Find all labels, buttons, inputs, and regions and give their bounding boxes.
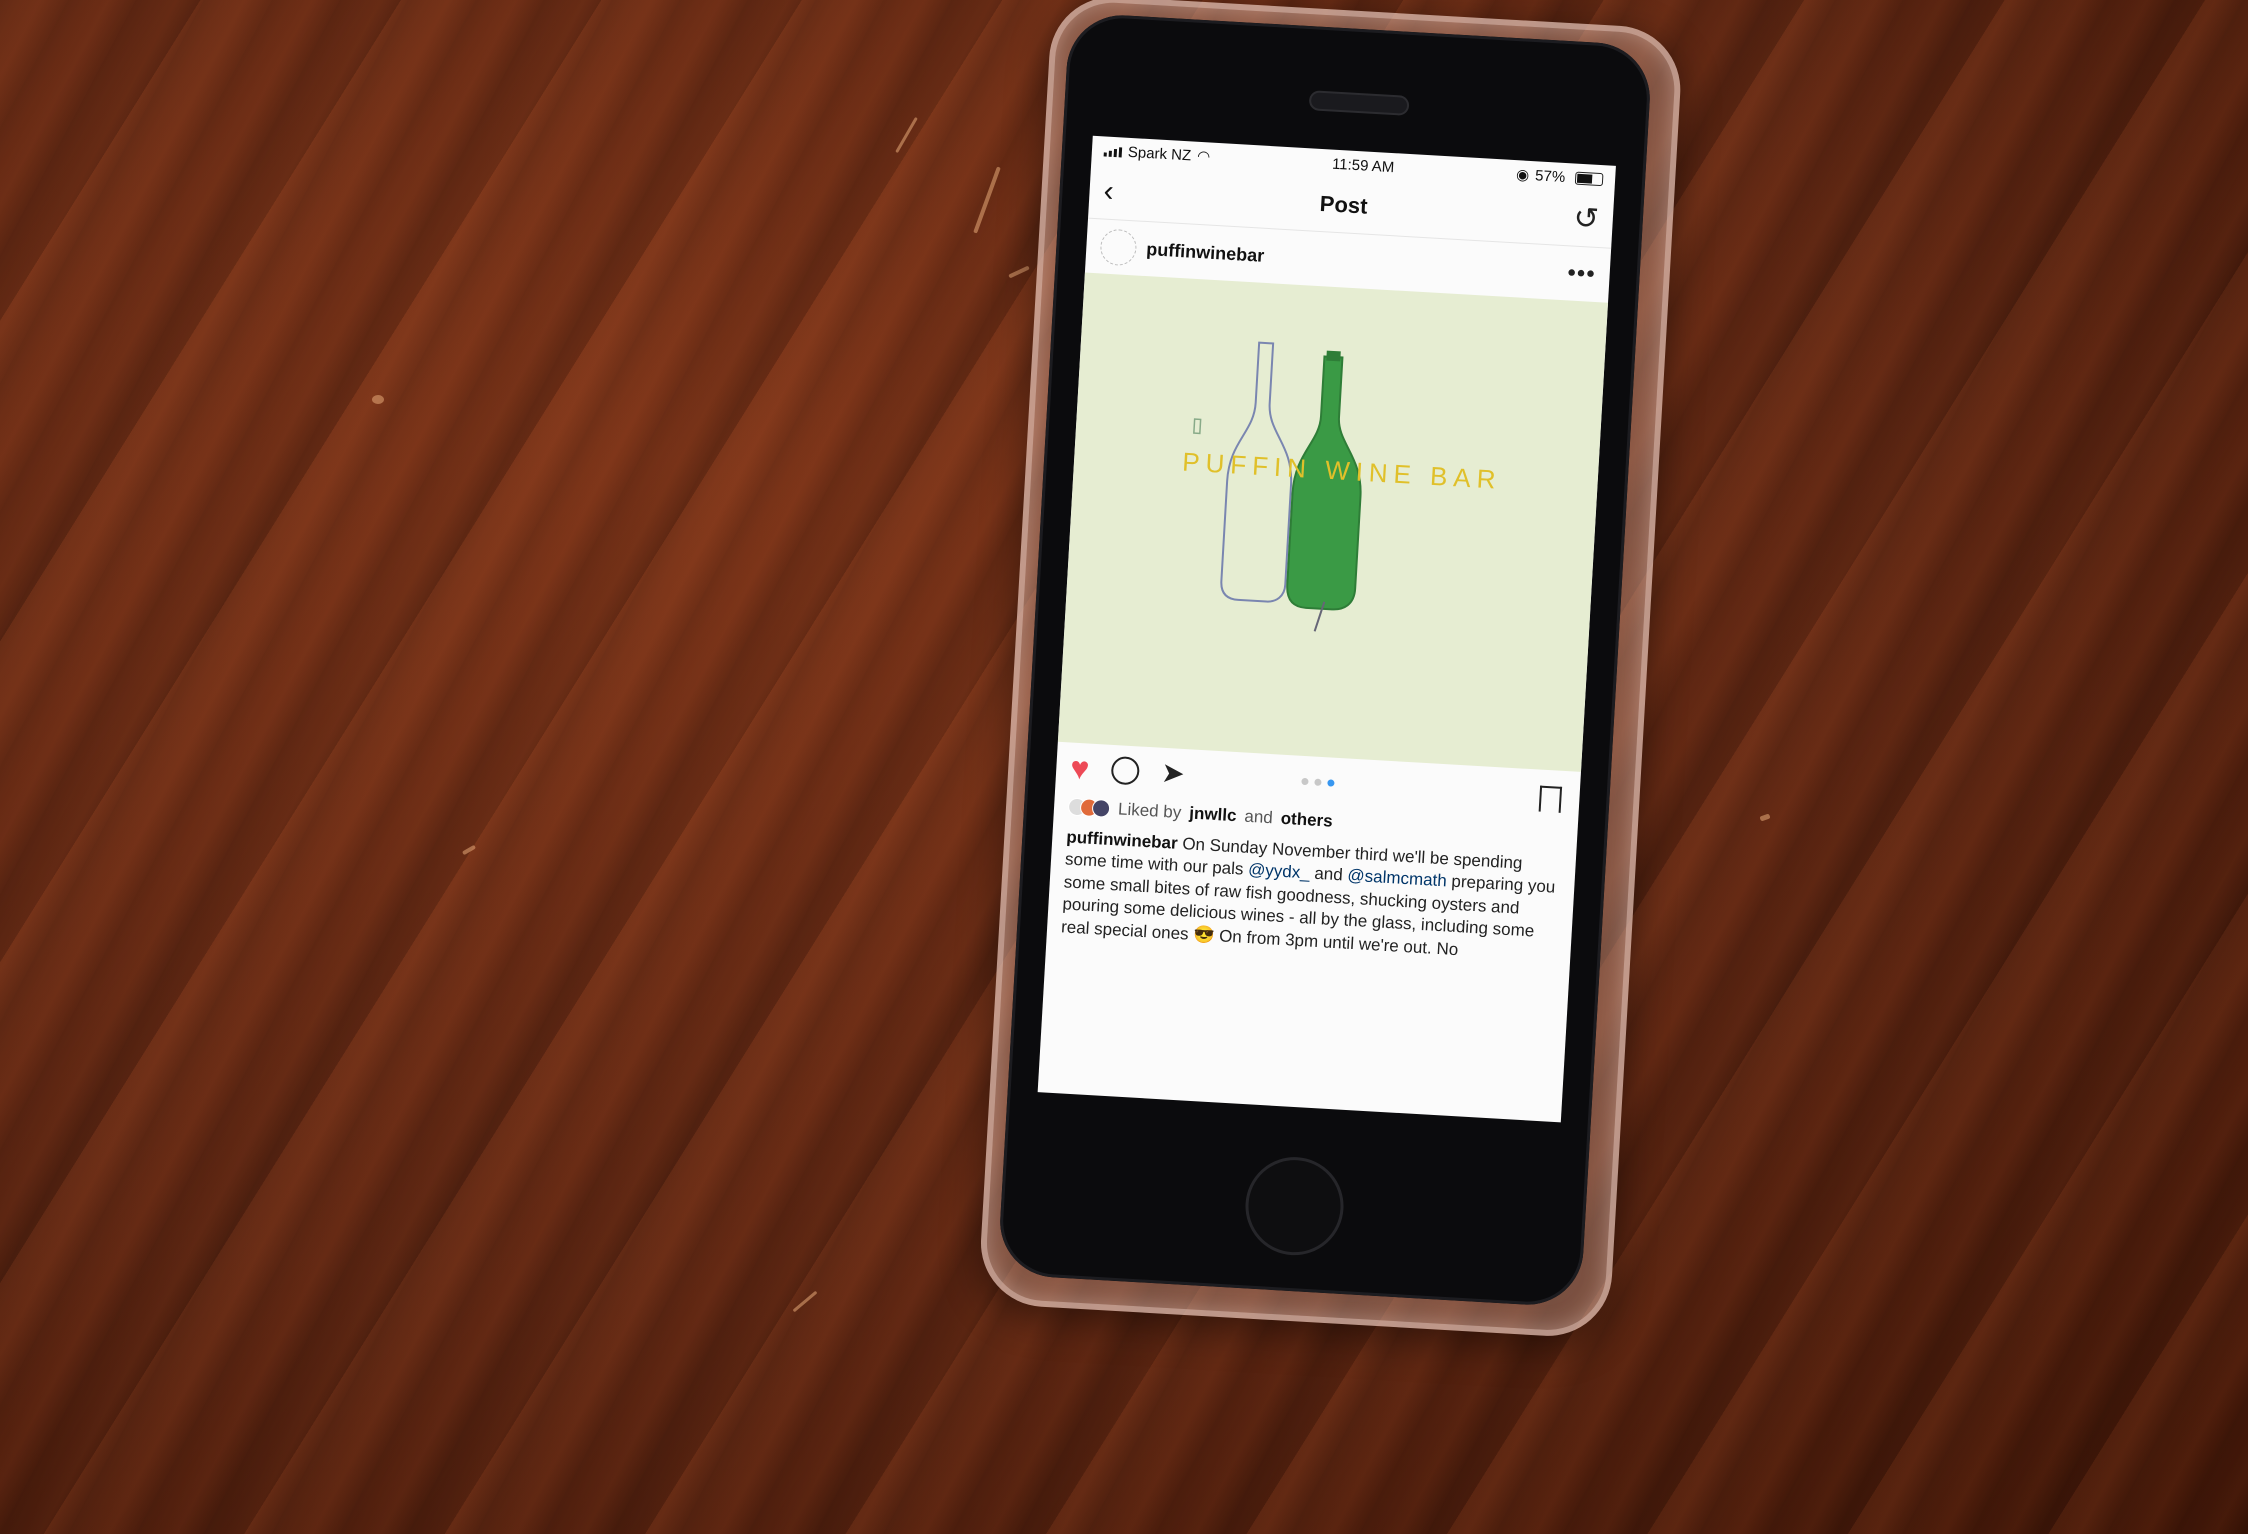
refresh-icon[interactable]: ↺ [1573, 202, 1600, 236]
table-scratch [461, 844, 477, 856]
caption-mention[interactable]: @yydx_ [1248, 860, 1311, 883]
location-icon: ◉ [1515, 166, 1530, 184]
table-scratch [372, 395, 384, 404]
back-icon[interactable]: ‹ [1103, 175, 1115, 209]
status-time: 11:59 AM [1331, 155, 1395, 176]
page-title: Post [1319, 190, 1369, 219]
comment-icon[interactable] [1110, 755, 1141, 786]
heart-icon[interactable]: ♥ [1069, 750, 1090, 787]
liked-by-prefix: Liked by [1117, 799, 1182, 822]
post-username[interactable]: puffinwinebar [1146, 239, 1265, 267]
battery-icon [1574, 171, 1604, 186]
caption-username[interactable]: puffinwinebar [1066, 827, 1178, 852]
bottles-illustration: PUFFIN WINE BAR [1181, 341, 1502, 632]
carousel-dot [1314, 778, 1322, 786]
table-scratch [895, 116, 918, 154]
liked-by-and: and [1243, 806, 1274, 828]
share-icon[interactable]: ➤ [1160, 757, 1185, 789]
liker-avatars [1067, 797, 1111, 818]
signal-icon [1103, 144, 1123, 158]
avatar [1091, 798, 1111, 818]
liked-by-user[interactable]: jnwllc [1189, 803, 1237, 826]
sunglasses-emoji: 😎 [1192, 924, 1215, 945]
bookmark-icon[interactable] [1538, 785, 1563, 813]
table-scratch [973, 166, 1001, 234]
battery-percent: 57% [1534, 166, 1566, 186]
phone-screen: Spark NZ ◠ 11:59 AM ◉ 57% ‹ Post ↺ puffi… [1037, 135, 1616, 1123]
more-icon[interactable]: ••• [1567, 259, 1597, 289]
green-bottle-cap [1326, 350, 1341, 362]
caption-mention[interactable]: @salmcmath [1347, 866, 1447, 891]
carousel-dot [1301, 777, 1309, 785]
carrier-name: Spark NZ [1127, 143, 1192, 164]
carousel-dot-active [1327, 778, 1335, 787]
table-scratch [1759, 813, 1771, 822]
avatar[interactable] [1099, 228, 1138, 267]
table-scratch [792, 1290, 818, 1313]
table-scratch [1008, 265, 1030, 279]
carousel-dots [1301, 777, 1335, 787]
liked-by-others[interactable]: others [1280, 809, 1333, 832]
wifi-icon: ◠ [1196, 147, 1211, 166]
caption-text: and [1313, 864, 1344, 885]
small-cork [1193, 418, 1202, 435]
post-image[interactable]: PUFFIN WINE BAR [1057, 272, 1609, 772]
